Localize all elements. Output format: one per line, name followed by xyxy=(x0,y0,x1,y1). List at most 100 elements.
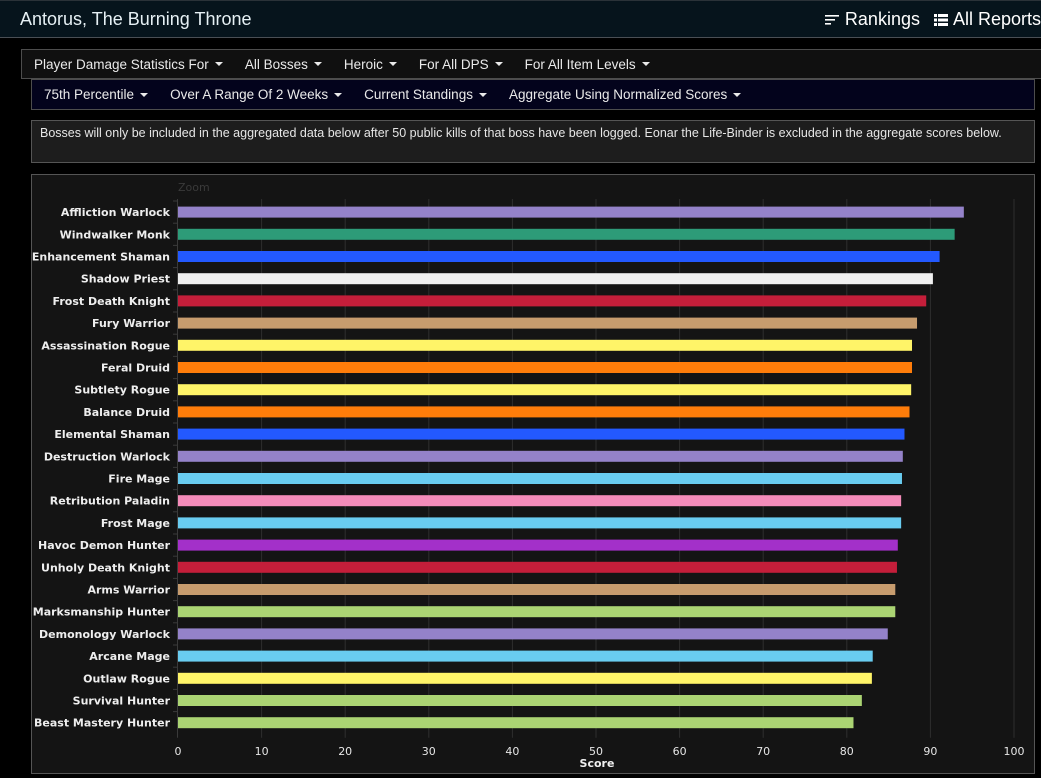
dropdown-label: For All DPS xyxy=(418,56,489,72)
all-reports-link[interactable]: All Reports xyxy=(933,9,1041,30)
y-category-label: Shadow Priest xyxy=(81,273,170,286)
time-range-dropdown[interactable]: Over A Range Of 2 Weeks xyxy=(170,87,343,102)
bar[interactable] xyxy=(178,339,913,351)
rankings-label: Rankings xyxy=(844,9,920,29)
dropdown-label: For All Item Levels xyxy=(524,56,636,72)
x-tick-label: 10 xyxy=(255,745,269,758)
caret-down-icon xyxy=(313,62,322,66)
bar[interactable] xyxy=(178,251,940,262)
aggregate-dropdown[interactable]: Aggregate Using Normalized Scores xyxy=(509,87,742,102)
bar[interactable] xyxy=(178,561,897,573)
bar[interactable] xyxy=(178,717,854,729)
bar[interactable] xyxy=(178,273,933,285)
bar[interactable] xyxy=(178,406,910,418)
dropdown-label: All Bosses xyxy=(244,56,308,72)
x-tick-label: 60 xyxy=(673,745,687,758)
bar[interactable] xyxy=(178,428,905,440)
list-icon xyxy=(933,13,948,26)
y-category-label: Subtlety Rogue xyxy=(74,384,170,397)
rankings-link[interactable]: Rankings xyxy=(824,9,920,30)
y-category-label: Destruction Warlock xyxy=(44,450,171,463)
dropdown-label: Over A Range Of 2 Weeks xyxy=(170,87,329,102)
caret-down-icon xyxy=(334,92,343,97)
filter-bar-primary: Player Damage Statistics For All Bosses … xyxy=(21,49,1041,79)
caret-down-icon xyxy=(214,62,223,66)
x-tick-label: 0 xyxy=(175,745,182,758)
dropdown-label: Player Damage Statistics For xyxy=(34,56,209,72)
dropdown-label: 75th Percentile xyxy=(44,87,135,102)
bar[interactable] xyxy=(178,495,902,507)
bar[interactable] xyxy=(178,295,927,307)
x-tick-label: 30 xyxy=(422,745,436,758)
bar[interactable] xyxy=(178,584,896,595)
dropdown-label: Current Standings xyxy=(364,87,473,102)
boss-dropdown[interactable]: All Bosses xyxy=(245,57,322,72)
caret-down-icon xyxy=(140,92,149,97)
dropdown-label: Heroic xyxy=(343,56,383,72)
x-tick-label: 80 xyxy=(840,745,854,758)
y-category-label: Enhancement Shaman xyxy=(32,251,170,264)
y-category-label: Fury Warrior xyxy=(92,317,171,330)
difficulty-dropdown[interactable]: Heroic xyxy=(344,57,397,72)
y-category-label: Unholy Death Knight xyxy=(41,561,170,574)
caret-down-icon xyxy=(494,62,503,66)
percentile-dropdown[interactable]: 75th Percentile xyxy=(44,87,149,102)
y-category-label: Beast Mastery Hunter xyxy=(34,717,171,730)
bar[interactable] xyxy=(178,539,898,551)
zone-title: Antorus, The Burning Throne xyxy=(20,9,252,29)
y-category-label: Arms Warrior xyxy=(87,584,170,597)
bar[interactable] xyxy=(178,450,903,462)
y-category-label: Outlaw Rogue xyxy=(83,672,170,685)
y-category-label: Balance Druid xyxy=(83,406,170,419)
bar[interactable] xyxy=(178,606,896,618)
bar[interactable] xyxy=(178,384,912,396)
y-category-label: Retribution Paladin xyxy=(50,495,170,508)
y-category-label: Affliction Warlock xyxy=(61,206,171,219)
metric-dropdown[interactable]: Player Damage Statistics For xyxy=(34,57,223,72)
bar[interactable] xyxy=(178,628,888,640)
caret-down-icon xyxy=(641,62,650,66)
x-tick-label: 70 xyxy=(756,745,770,758)
bar[interactable] xyxy=(178,672,872,684)
y-category-label: Frost Death Knight xyxy=(53,295,170,308)
y-category-label: Assassination Rogue xyxy=(41,339,170,352)
y-category-label: Frost Mage xyxy=(101,517,170,530)
x-tick-label: 20 xyxy=(338,745,352,758)
caret-down-icon xyxy=(478,92,487,97)
y-category-label: Elemental Shaman xyxy=(54,428,170,441)
y-category-label: Arcane Mage xyxy=(89,650,170,663)
zoom-label[interactable]: Zoom xyxy=(178,181,210,194)
caret-down-icon xyxy=(388,62,397,66)
bar[interactable] xyxy=(178,362,913,373)
x-tick-label: 90 xyxy=(923,745,937,758)
x-axis-title: Score xyxy=(580,757,615,770)
bar[interactable] xyxy=(178,517,902,529)
score-bar-chart: Zoom Affliction Warlock Windwalker Monk En… xyxy=(32,181,1025,770)
role-dropdown[interactable]: For All DPS xyxy=(419,57,503,72)
y-category-label: Marksmanship Hunter xyxy=(33,606,171,619)
top-nav: Rankings All Reports xyxy=(811,9,1041,30)
bar[interactable] xyxy=(178,228,955,240)
top-bar: Antorus, The Burning Throne Rankings All… xyxy=(0,0,1041,38)
bar[interactable] xyxy=(178,317,918,329)
bar[interactable] xyxy=(178,206,964,218)
y-category-label: Windwalker Monk xyxy=(60,228,171,241)
standings-dropdown[interactable]: Current Standings xyxy=(364,87,487,102)
caret-down-icon xyxy=(733,92,742,97)
y-category-label: Demonology Warlock xyxy=(39,628,171,641)
chart-panel: Zoom Affliction Warlock Windwalker Monk En… xyxy=(31,174,1035,774)
item-level-dropdown[interactable]: For All Item Levels xyxy=(525,57,650,72)
filter-bar-secondary: 75th Percentile Over A Range Of 2 Weeks … xyxy=(31,79,1035,110)
bar[interactable] xyxy=(178,473,902,484)
y-category-label: Havoc Demon Hunter xyxy=(38,539,171,552)
sort-lines-icon xyxy=(824,14,840,26)
x-tick-label: 40 xyxy=(505,745,519,758)
y-category-label: Survival Hunter xyxy=(73,695,171,708)
y-category-label: Feral Druid xyxy=(101,362,170,375)
bar[interactable] xyxy=(178,650,873,662)
x-tick-label: 50 xyxy=(589,745,603,758)
x-tick-label: 100 xyxy=(1004,745,1025,758)
bar[interactable] xyxy=(178,695,862,706)
info-notice: Bosses will only be included in the aggr… xyxy=(31,120,1035,163)
all-reports-label: All Reports xyxy=(952,9,1041,29)
